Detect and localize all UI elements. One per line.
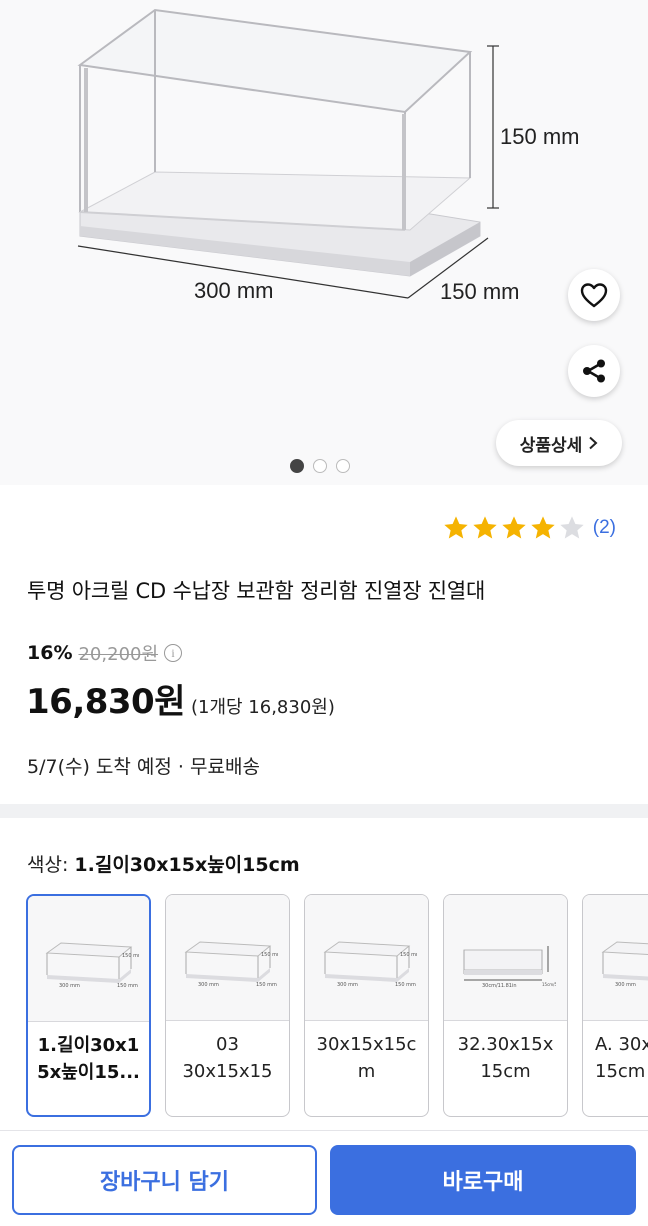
svg-text:300 mm: 300 mm — [337, 982, 358, 988]
share-icon — [583, 359, 605, 383]
star-filled-icon — [502, 516, 526, 539]
option-thumbnail: 30cm/11.81in 15cm/5.90in — [444, 895, 567, 1021]
svg-text:300 mm: 300 mm — [198, 982, 219, 988]
like-button[interactable] — [568, 269, 620, 321]
depth-dimension-label: 150 mm — [440, 279, 519, 304]
option-selected-value: 1.길이30x15x높이15cm — [74, 854, 300, 876]
carousel-dot[interactable] — [313, 459, 327, 473]
svg-text:300 mm: 300 mm — [59, 983, 80, 989]
star-filled-icon — [444, 516, 468, 539]
length-dimension-label: 300 mm — [194, 278, 273, 303]
option-thumbnail: 300 mm 150 mm 150 mm — [166, 895, 289, 1021]
section-divider — [0, 804, 648, 818]
height-dimension-label: 150 mm — [500, 124, 579, 149]
svg-text:150 mm: 150 mm — [256, 982, 277, 988]
product-detail-button[interactable]: 상품상세 — [496, 420, 622, 466]
svg-text:150 mm: 150 mm — [117, 983, 138, 989]
option-item[interactable]: 300 mm 150 mm 150 mm 0330x15x15 — [165, 894, 290, 1117]
review-count[interactable]: (2) — [593, 517, 616, 539]
share-button[interactable] — [568, 345, 620, 397]
option-text: 1.길이30x1 5x높이15... — [37, 1035, 140, 1083]
buy-now-button[interactable]: 바로구매 — [330, 1145, 636, 1215]
option-text: 03 30x15x15 — [182, 1034, 273, 1082]
svg-text:30cm/11.81in: 30cm/11.81in — [482, 983, 517, 988]
product-rating[interactable]: (2) — [442, 514, 616, 542]
svg-text:150 mm: 150 mm — [261, 952, 278, 958]
svg-text:150 mm: 150 mm — [122, 953, 139, 959]
carousel-dot[interactable] — [290, 459, 304, 473]
bottom-action-bar: 장바구니 담기 바로구매 — [0, 1130, 648, 1226]
svg-text:150 mm: 150 mm — [395, 982, 416, 988]
original-price: 20,200원 — [78, 644, 159, 665]
option-list[interactable]: 300 mm 150 mm 150 mm 1.길이30x15x높이15... 300… — [26, 894, 648, 1118]
discount-rate: 16% — [27, 642, 73, 664]
option-item[interactable]: 30cm/11.81in 15cm/5.90in 32.30x15x15cm — [443, 894, 568, 1117]
star-empty-icon — [560, 516, 584, 539]
delivery-info: 5/7(수) 도착 예정 · 무료배송 — [27, 756, 260, 778]
svg-text:300 mm: 300 mm — [615, 982, 636, 988]
option-text: A. 30x 15cm — [595, 1034, 648, 1082]
svg-text:150 mm: 150 mm — [400, 952, 417, 958]
product-title: 투명 아크릴 CD 수납장 보관함 정리함 진열장 진열대 — [27, 579, 486, 603]
option-text: 30x15x15c m — [316, 1034, 417, 1082]
star-filled-icon — [531, 516, 555, 539]
info-icon[interactable]: i — [164, 644, 183, 662]
carousel-dot[interactable] — [336, 459, 350, 473]
product-image-carousel[interactable]: 150 mm 300 mm 150 mm 상품상세 — [0, 0, 648, 485]
option-label: 색상: 1.길이30x15x높이15cm — [27, 850, 300, 877]
option-item[interactable]: 300 mm 150 mm 150 mm 30x15x15cm — [304, 894, 429, 1117]
option-item[interactable]: 300 mm 150 mm 150 mm 1.길이30x15x높이15... — [26, 894, 151, 1117]
option-text: 32.30x15x 15cm — [457, 1034, 554, 1082]
option-thumbnail: 300 mm 150 mm 150 mm — [305, 895, 428, 1021]
product-image: 150 mm 300 mm 150 mm — [77, 8, 579, 304]
sale-price: 16,830원 — [26, 682, 185, 722]
unit-price: (1개당 16,830원) — [190, 697, 335, 718]
option-thumbnail: 300 mm — [583, 895, 648, 1021]
option-label-prefix: 색상: — [27, 854, 75, 876]
option-item[interactable]: 300 mm A. 30x 15cm — [582, 894, 648, 1117]
discount-row: 16% 20,200원 i — [27, 640, 183, 666]
add-to-cart-button[interactable]: 장바구니 담기 — [12, 1145, 317, 1215]
svg-text:15cm/5.90in: 15cm/5.90in — [542, 982, 556, 987]
heart-icon — [580, 283, 608, 308]
star-filled-icon — [473, 516, 497, 539]
price-row: 16,830원 (1개당 16,830원) — [26, 674, 335, 723]
product-detail-label: 상품상세 — [519, 435, 583, 456]
carousel-indicator — [290, 459, 350, 473]
option-thumbnail: 300 mm 150 mm 150 mm — [28, 896, 149, 1022]
chevron-right-icon — [589, 436, 598, 450]
